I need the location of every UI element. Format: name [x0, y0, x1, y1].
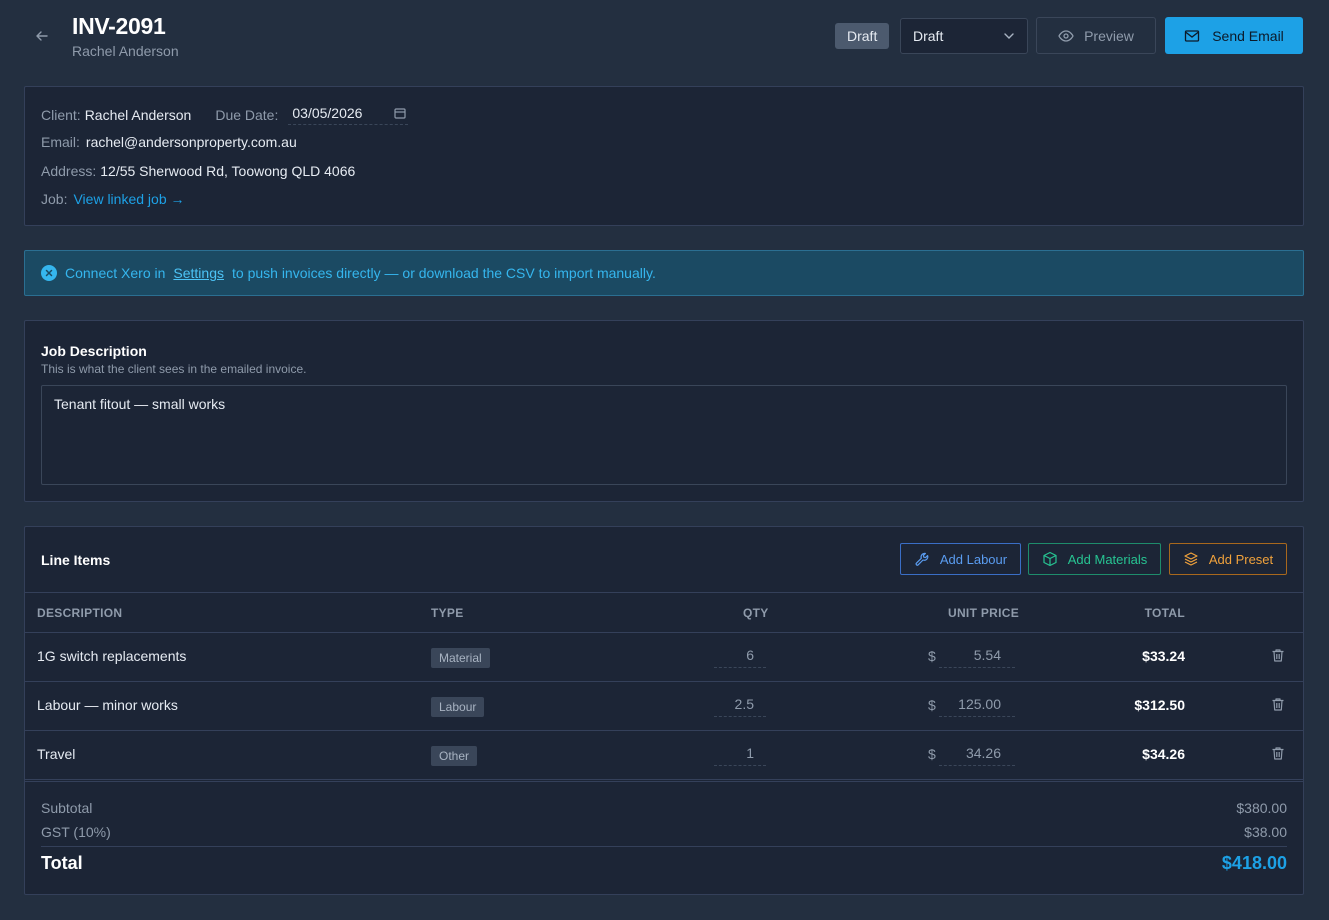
qty-input[interactable]: 6 [714, 642, 766, 668]
invoice-number: INV-2091 [72, 13, 166, 39]
add-materials-label: Add Materials [1067, 551, 1148, 567]
job-description-title: Job Description [41, 343, 147, 359]
view-linked-job-link[interactable]: View linked job → [73, 191, 184, 207]
unit-price-input[interactable]: 34.26 [939, 740, 1015, 766]
wrench-icon [915, 552, 929, 566]
chevron-down-icon [1004, 33, 1014, 39]
invoice-summary: Subtotal $380.00 GST (10%) $38.00 Total … [25, 781, 1303, 895]
table-row: 1G switch replacements Material 6 $ 5.54… [25, 633, 1303, 682]
currency-symbol: $ [928, 697, 936, 713]
gst-label: GST (10%) [41, 824, 111, 840]
calendar-icon [394, 108, 407, 119]
row-total: $312.50 [1134, 697, 1185, 713]
type-badge: Material [431, 648, 490, 668]
status-badge: Draft [835, 23, 890, 49]
col-type: TYPE [431, 606, 464, 620]
type-badge: Other [431, 746, 478, 766]
preview-label: Preview [1084, 27, 1134, 44]
client-row: Client: Rachel Anderson Due Date: 03/05/… [41, 105, 409, 125]
total-row: Total $418.00 [41, 853, 1287, 874]
col-qty: QTY [743, 606, 769, 620]
box-icon [1043, 551, 1057, 567]
currency-symbol: $ [928, 648, 936, 664]
table-row: Labour — minor works Labour 2.5 $ 125.00… [25, 682, 1303, 731]
client-info-card: Client: Rachel Anderson Due Date: 03/05/… [24, 86, 1304, 226]
address-row: Address: 12/55 Sherwood Rd, Toowong QLD … [41, 163, 355, 179]
email-value: rachel@andersonproperty.com.au [85, 134, 297, 150]
settings-link[interactable]: Settings [173, 265, 224, 281]
add-labour-label: Add Labour [939, 551, 1008, 567]
address-value: 12/55 Sherwood Rd, Toowong QLD 4066 [100, 163, 356, 179]
qty-input[interactable]: 2.5 [714, 691, 766, 717]
send-email-label: Send Email [1212, 27, 1284, 44]
row-description: Labour — minor works [37, 697, 178, 713]
table-header: DESCRIPTION TYPE QTY UNIT PRICE TOTAL [25, 592, 1303, 633]
row-description: Travel [37, 746, 76, 762]
unit-price-input[interactable]: 5.54 [939, 642, 1015, 668]
subtotal-label: Subtotal [41, 800, 93, 816]
gst-value: $38.00 [1244, 824, 1287, 840]
currency-symbol: $ [928, 746, 936, 762]
line-items-card: Line Items Add Labour Add Materials Add … [24, 526, 1304, 895]
add-materials-button[interactable]: Add Materials [1028, 543, 1161, 575]
due-date-input[interactable]: 03/05/2026 [288, 105, 409, 125]
mail-icon [1185, 29, 1200, 42]
address-label: Address: [41, 163, 97, 179]
trash-icon[interactable] [1271, 746, 1285, 764]
close-circle-icon [41, 265, 57, 281]
job-description-hint: This is what the client sees in the emai… [41, 362, 307, 376]
table-row: Travel Other 1 $ 34.26 $34.26 [25, 731, 1303, 780]
alert-prefix: Connect Xero in [65, 265, 166, 281]
row-total: $34.26 [1142, 746, 1185, 762]
total-label: Total [41, 853, 83, 873]
email-row: Email: rachel@andersonproperty.com.au [41, 134, 297, 150]
job-row: Job: View linked job → [41, 191, 185, 207]
job-description-card: Job Description This is what the client … [24, 320, 1304, 502]
row-total: $33.24 [1142, 648, 1185, 664]
add-preset-button[interactable]: Add Preset [1169, 543, 1287, 575]
col-description: DESCRIPTION [37, 606, 123, 620]
email-label: Email: [41, 134, 80, 150]
alert-suffix: to push invoices directly — or download … [232, 265, 656, 281]
page-header: INV-2091 Rachel Anderson Draft Draft Pre… [0, 0, 1329, 72]
status-select[interactable]: Draft [900, 18, 1028, 54]
due-date-value: 03/05/2026 [292, 105, 363, 121]
client-name-subtitle: Rachel Anderson [72, 43, 179, 59]
unit-price-input[interactable]: 125.00 [939, 691, 1015, 717]
subtotal-value: $380.00 [1236, 800, 1287, 816]
job-description-textarea[interactable]: Tenant fitout — small works [41, 385, 1287, 485]
type-badge: Labour [431, 697, 485, 717]
line-items-title: Line Items [41, 552, 111, 568]
client-value: Rachel Anderson [84, 107, 192, 123]
arrow-left-icon [36, 31, 48, 41]
add-labour-button[interactable]: Add Labour [900, 543, 1021, 575]
total-value: $418.00 [1221, 853, 1287, 873]
send-email-button[interactable]: Send Email [1165, 17, 1303, 54]
job-label: Job: [41, 191, 68, 207]
qty-input[interactable]: 1 [714, 740, 766, 766]
xero-info-alert: Connect Xero in Settings to push invoice… [24, 250, 1304, 296]
client-label: Client: [41, 107, 81, 123]
back-button[interactable] [32, 26, 52, 46]
gst-row: GST (10%) $38.00 [41, 824, 1287, 840]
due-date-label: Due Date: [215, 107, 279, 123]
status-select-value: Draft [913, 28, 944, 44]
add-preset-label: Add Preset [1208, 551, 1274, 567]
col-unit-price: UNIT PRICE [948, 606, 1020, 620]
trash-icon[interactable] [1271, 697, 1285, 715]
eye-icon [1058, 29, 1074, 42]
trash-icon[interactable] [1271, 648, 1285, 666]
layers-icon [1184, 552, 1198, 566]
subtotal-row: Subtotal $380.00 [41, 800, 1287, 816]
col-total: TOTAL [1144, 606, 1185, 620]
summary-divider [41, 846, 1287, 847]
preview-button[interactable]: Preview [1036, 17, 1156, 54]
row-description: 1G switch replacements [37, 648, 187, 664]
